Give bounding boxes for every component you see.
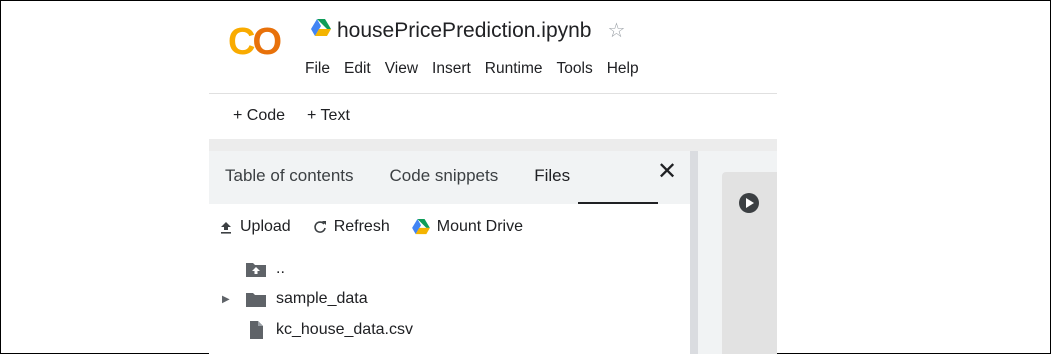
tree-item-kc-house-data[interactable]: kc_house_data.csv — [222, 321, 413, 339]
logo-letter-c: C — [228, 21, 256, 63]
menu-view[interactable]: View — [385, 60, 418, 78]
menu-file[interactable]: File — [305, 60, 330, 78]
upload-icon — [221, 222, 231, 234]
menu-help[interactable]: Help — [607, 60, 639, 78]
panel-resize-handle[interactable] — [690, 151, 698, 354]
tab-table-of-contents[interactable]: Table of contents — [225, 166, 354, 186]
star-icon[interactable]: ☆ — [607, 18, 625, 43]
tab-files[interactable]: Files — [534, 166, 570, 186]
menu-edit[interactable]: Edit — [344, 60, 371, 78]
menu-insert[interactable]: Insert — [432, 60, 471, 78]
add-text-button[interactable]: + Text — [307, 107, 350, 125]
mount-drive-button[interactable]: Mount Drive — [411, 218, 523, 236]
upload-label: Upload — [240, 218, 291, 235]
file-icon — [250, 321, 263, 339]
logo-letter-o: O — [252, 21, 282, 63]
refresh-button[interactable]: Refresh — [313, 218, 390, 236]
notebook-toolbar: + Code + Text — [233, 107, 372, 125]
add-code-button[interactable]: + Code — [233, 107, 285, 125]
google-drive-icon[interactable] — [311, 19, 331, 42]
run-cell-button[interactable] — [738, 192, 760, 214]
folder-icon — [246, 293, 266, 307]
upload-button[interactable]: Upload — [219, 218, 291, 236]
mount-drive-label: Mount Drive — [436, 218, 523, 235]
close-panel-icon[interactable]: ✕ — [657, 160, 677, 184]
expand-caret-icon[interactable]: ▶ — [222, 294, 232, 305]
menu-tools[interactable]: Tools — [557, 60, 593, 78]
tree-item-label: sample_data — [276, 290, 368, 307]
side-panel-tabs: Table of contents Code snippets Files — [225, 166, 606, 186]
colab-logo[interactable]: CO — [228, 21, 282, 63]
file-actions: Upload Refresh Mount Drive — [219, 218, 545, 236]
refresh-label: Refresh — [333, 218, 390, 235]
folder-up-icon — [246, 263, 266, 277]
play-icon — [739, 193, 759, 213]
title-row: housePricePrediction.ipynb ☆ — [311, 18, 625, 43]
menu-runtime[interactable]: Runtime — [485, 60, 543, 78]
tree-item-label: .. — [276, 260, 285, 277]
tree-item-parent[interactable]: .. — [222, 260, 285, 278]
tree-item-label: kc_house_data.csv — [276, 321, 413, 338]
google-drive-icon — [411, 219, 430, 235]
menu-bar: File Edit View Insert Runtime Tools Help — [305, 60, 653, 78]
tree-item-sample-data[interactable]: ▶ sample_data — [222, 290, 368, 308]
tab-code-snippets[interactable]: Code snippets — [390, 166, 499, 186]
toolbar-separator — [209, 139, 777, 151]
notebook-title[interactable]: housePricePrediction.ipynb — [337, 19, 591, 43]
refresh-icon — [313, 221, 326, 233]
header-divider — [209, 93, 777, 94]
